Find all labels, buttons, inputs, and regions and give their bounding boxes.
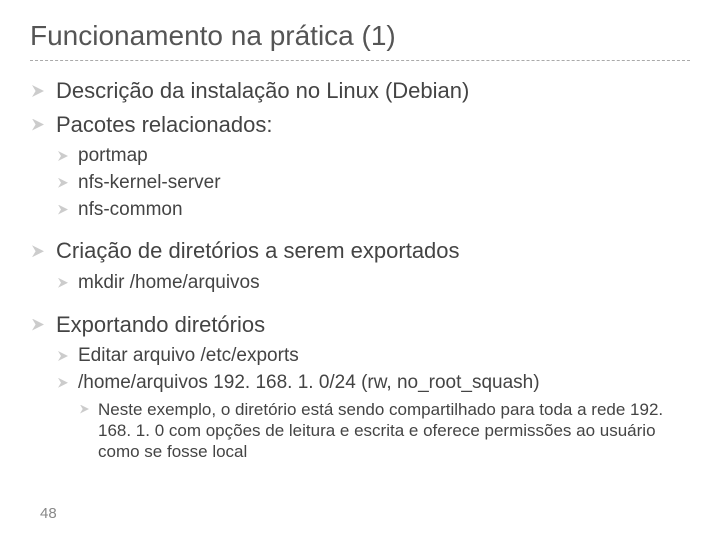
bullet-list-level1: Exportando diretórios Editar arquivo /et…: [30, 311, 690, 463]
page-number: 48: [40, 505, 57, 522]
list-item-text: Criação de diretórios a serem exportados: [56, 238, 460, 263]
list-item-text: nfs-common: [78, 199, 183, 220]
bullet-list-level3: Neste exemplo, o diretório está sendo co…: [78, 399, 690, 463]
list-item: mkdir /home/arquivos: [56, 271, 690, 295]
list-item: Exportando diretórios Editar arquivo /et…: [30, 311, 690, 463]
list-item-text: /home/arquivos 192. 168. 1. 0/24 (rw, no…: [78, 372, 540, 393]
bullet-list-level2: mkdir /home/arquivos: [56, 271, 690, 295]
bullet-list-level1: Descrição da instalação no Linux (Debian…: [30, 77, 690, 221]
list-item: Editar arquivo /etc/exports: [56, 344, 690, 368]
slide-title: Funcionamento na prática (1): [30, 20, 690, 61]
list-item: portmap: [56, 144, 690, 168]
bullet-list-level2: portmap nfs-kernel-server nfs-common: [56, 144, 690, 221]
list-item-text: Editar arquivo /etc/exports: [78, 345, 299, 366]
list-item-text: Neste exemplo, o diretório está sendo co…: [98, 400, 663, 462]
list-item: Descrição da instalação no Linux (Debian…: [30, 77, 690, 105]
list-item-text: Exportando diretórios: [56, 312, 265, 337]
slide: Funcionamento na prática (1) Descrição d…: [0, 0, 720, 540]
bullet-list-level1: Criação de diretórios a serem exportados…: [30, 237, 690, 294]
list-item-text: nfs-kernel-server: [78, 172, 221, 193]
list-item-text: Pacotes relacionados:: [56, 112, 272, 137]
list-item: nfs-common: [56, 198, 690, 222]
list-item-text: portmap: [78, 145, 148, 166]
list-item: nfs-kernel-server: [56, 171, 690, 195]
list-item: Criação de diretórios a serem exportados…: [30, 237, 690, 294]
bullet-list-level2: Editar arquivo /etc/exports /home/arquiv…: [56, 344, 690, 462]
list-item: Neste exemplo, o diretório está sendo co…: [78, 399, 690, 463]
list-item: Pacotes relacionados: portmap nfs-kernel…: [30, 111, 690, 222]
list-item-text: mkdir /home/arquivos: [78, 272, 260, 293]
list-item-text: Descrição da instalação no Linux (Debian…: [56, 78, 469, 103]
list-item: /home/arquivos 192. 168. 1. 0/24 (rw, no…: [56, 371, 690, 463]
